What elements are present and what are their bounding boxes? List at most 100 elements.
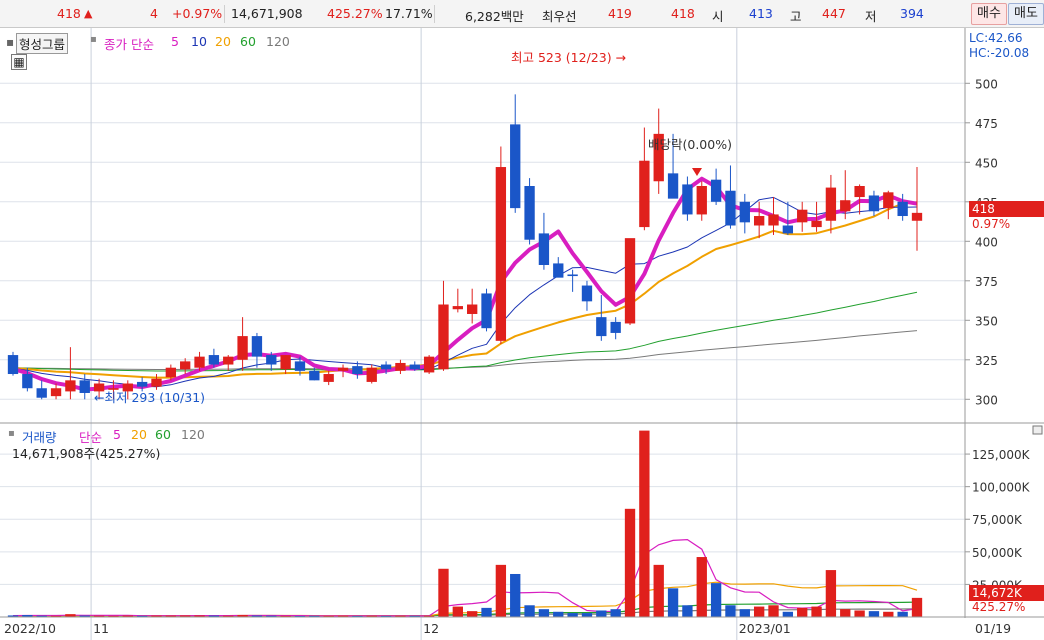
best-label: 최우선 xyxy=(542,9,577,24)
legend-square-icon: ▪ xyxy=(6,35,15,49)
ma-label: 종가 단순 xyxy=(104,37,154,52)
ma20-label: 20 xyxy=(215,34,231,49)
candle xyxy=(36,388,47,398)
high-label: 고 xyxy=(790,9,802,24)
trade-value: 6,282백만 xyxy=(465,9,524,24)
volume-bar xyxy=(567,613,578,617)
volume-bar xyxy=(854,610,865,617)
candle xyxy=(495,167,507,341)
candle xyxy=(380,364,392,370)
volume-bar xyxy=(467,611,478,617)
volume-tick-label: 125,000K xyxy=(972,448,1031,462)
ma10-label: 10 xyxy=(191,34,207,49)
volume-tick-label: 75,000K xyxy=(972,513,1023,527)
candle xyxy=(337,367,349,371)
volume-bar xyxy=(667,588,679,617)
candle xyxy=(165,367,177,378)
dividend-annotation: 배당락(0.00%) xyxy=(648,137,732,152)
candle xyxy=(524,186,535,240)
candle xyxy=(79,380,90,393)
volume-bar xyxy=(797,607,808,617)
volume-bar xyxy=(782,611,794,617)
volume-tick-label: 50,000K xyxy=(972,546,1023,560)
candle xyxy=(725,190,736,226)
volume-bar xyxy=(753,606,765,617)
candle xyxy=(423,356,435,373)
candle xyxy=(395,362,406,371)
candle xyxy=(825,187,837,221)
volume-tick-label: 100,000K xyxy=(972,481,1031,495)
quote-bar: 418 ▲ 4 +0.97% 14,671,908 425.27% 17.71%… xyxy=(0,0,1044,28)
candle xyxy=(911,212,923,221)
volume-bar xyxy=(624,508,636,617)
candle xyxy=(538,233,550,265)
candle xyxy=(237,336,248,360)
open-label: 시 xyxy=(712,9,724,24)
candle xyxy=(811,220,822,228)
low-price: 394 xyxy=(900,6,924,21)
ma-square-icon: ▪ xyxy=(90,34,97,45)
candle xyxy=(409,364,420,370)
volume-bar xyxy=(768,605,779,617)
price-tick-label: 300 xyxy=(975,393,998,407)
candle xyxy=(180,361,191,370)
candle xyxy=(868,195,880,212)
buy-button[interactable]: 매수 xyxy=(971,3,1007,25)
up-arrow-icon: ▲ xyxy=(84,7,93,20)
current-volume-tag: 14,672K xyxy=(969,585,1044,601)
x-axis-label: 2022/10 xyxy=(4,621,56,636)
candle xyxy=(309,370,320,381)
candle xyxy=(768,214,779,226)
candle xyxy=(596,317,607,337)
price-tick-label: 450 xyxy=(975,156,998,170)
stock-chart[interactable]: 500475450425400375350325300125,000K100,0… xyxy=(0,28,1044,640)
best-bid: 418 xyxy=(671,6,695,21)
current-price-tag: 418 xyxy=(969,201,1044,217)
vol-ma60-label: 60 xyxy=(155,427,171,442)
volume-bar xyxy=(653,564,664,617)
candle xyxy=(194,356,205,368)
x-axis-label: 12 xyxy=(423,621,439,636)
ma60-label: 60 xyxy=(240,34,256,49)
volume-bar xyxy=(840,609,851,617)
vol-ma20-label: 20 xyxy=(131,427,147,442)
volume-bar xyxy=(682,605,693,617)
volume-value: 14,671,908 xyxy=(231,6,303,21)
volume-bar xyxy=(581,613,593,617)
candle xyxy=(481,293,492,329)
candle xyxy=(223,356,234,365)
candle xyxy=(352,366,363,375)
candle xyxy=(567,274,578,277)
stock-name-label[interactable]: 형성그룹 xyxy=(16,33,69,54)
volume-bar xyxy=(596,610,607,617)
high-price: 447 xyxy=(822,6,846,21)
candle xyxy=(251,336,263,357)
volume-bar xyxy=(739,609,750,617)
volume-bar xyxy=(610,609,621,617)
candle xyxy=(854,186,865,198)
candle xyxy=(883,192,894,209)
panel-collapse-icon[interactable] xyxy=(1032,425,1043,435)
volume-bar xyxy=(510,573,521,617)
volume-bar xyxy=(710,583,722,617)
low-annotation: ←최저 293 (10/31) xyxy=(94,390,206,405)
price-tick-label: 400 xyxy=(975,235,998,249)
price-tick-label: 325 xyxy=(975,354,998,368)
candle xyxy=(624,238,636,324)
grid-icon[interactable]: ▦ xyxy=(11,54,27,70)
candle xyxy=(667,173,679,199)
best-ask: 419 xyxy=(608,6,632,21)
candle xyxy=(782,225,794,234)
sell-button[interactable]: 매도 xyxy=(1008,3,1044,25)
volume-bar xyxy=(524,605,535,617)
current-price: 418 xyxy=(57,6,81,21)
candle xyxy=(136,381,148,387)
candle xyxy=(682,184,693,215)
ma120-label: 120 xyxy=(266,34,290,49)
candle xyxy=(7,355,19,375)
candle xyxy=(610,321,621,333)
volume-bar xyxy=(725,605,736,617)
candle xyxy=(739,201,750,223)
candle xyxy=(22,374,33,389)
candle xyxy=(151,378,162,387)
